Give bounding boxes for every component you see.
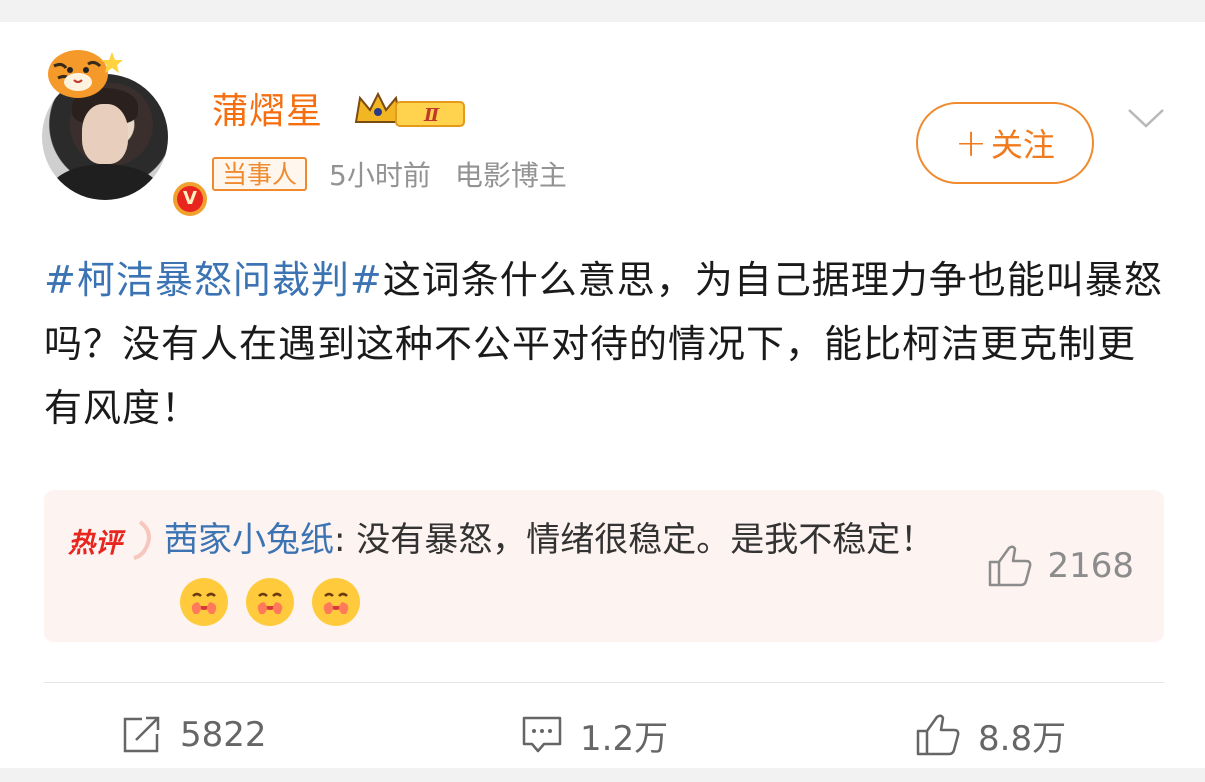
- comment-count: 1.2万: [580, 718, 669, 759]
- post-text: #柯洁暴怒问裁判#这词条什么意思，为自己据理力争也能叫暴怒吗？没有人在遇到这种不…: [44, 248, 1164, 440]
- comment-button[interactable]: 1.2万: [520, 712, 669, 759]
- comment-icon: [522, 716, 562, 753]
- svg-text:热评: 热评: [67, 528, 126, 559]
- thumbs-up-icon: [916, 714, 960, 756]
- share-count: 5822: [180, 715, 267, 755]
- hot-comment-text: 茜家小兔纸: 没有暴怒，情绪很稳定。是我不稳定！: [164, 510, 944, 630]
- tiger-avatar-frame-icon: [48, 50, 123, 98]
- svg-text:Ⅱ: Ⅱ: [423, 105, 440, 126]
- share-button[interactable]: 5822: [120, 712, 267, 758]
- hug-emoji-icon: [178, 576, 230, 628]
- author-avatar[interactable]: V: [40, 44, 210, 219]
- participant-tag: 当事人: [212, 157, 308, 191]
- post-time: 5小时前: [329, 159, 431, 192]
- hashtag-link[interactable]: #柯洁暴怒问裁判#: [44, 258, 383, 302]
- chevron-down-icon[interactable]: [1126, 106, 1166, 130]
- hug-emoji-icon: [244, 576, 296, 628]
- hug-emoji-icon: [310, 576, 362, 628]
- author-name[interactable]: 蒲熠星: [212, 82, 323, 134]
- crown-level-badge-icon: Ⅱ: [354, 91, 465, 127]
- author-description: 电影博主: [454, 159, 567, 192]
- action-divider: [44, 682, 1164, 683]
- weibo-post-card: V 蒲熠星 Ⅱ 当事人 5小时前 电影博主 + 关注 #柯洁暴怒问裁判#这词条什…: [0, 22, 1205, 768]
- verified-badge-icon: V: [170, 179, 210, 219]
- hot-comment-user[interactable]: 茜家小兔纸: [164, 520, 334, 560]
- like-count: 8.8万: [978, 718, 1067, 759]
- hot-comment-badge: 热评: [67, 520, 151, 560]
- hot-comment-like-count: 2168: [1047, 546, 1134, 586]
- hot-comment[interactable]: 热评 茜家小兔纸: 没有暴怒，情绪很稳定。是我不稳定！ 2168: [44, 490, 1164, 642]
- post-meta: 当事人 5小时前 电影博主: [212, 154, 567, 194]
- follow-label: 关注: [990, 126, 1055, 164]
- hot-comment-body: 没有暴怒，情绪很稳定。是我不稳定！: [356, 520, 935, 560]
- share-icon: [123, 716, 160, 753]
- follow-button[interactable]: + 关注: [916, 102, 1094, 184]
- hot-comment-like-button[interactable]: 2168: [987, 544, 1134, 588]
- like-button[interactable]: 8.8万: [914, 712, 1067, 759]
- plus-icon: +: [955, 121, 987, 165]
- thumbs-up-icon: [989, 545, 1032, 587]
